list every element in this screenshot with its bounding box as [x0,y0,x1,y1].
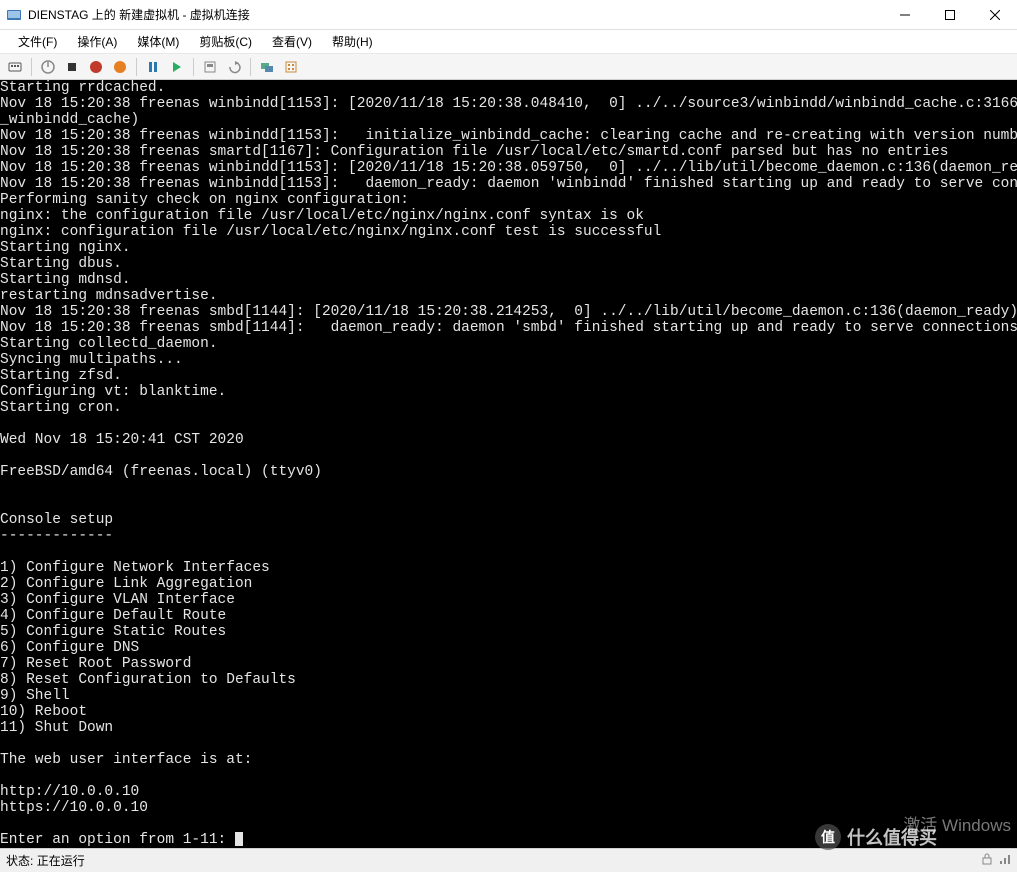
menu-help[interactable]: 帮助(H) [322,31,383,52]
start-button[interactable] [37,56,59,78]
menu-action[interactable]: 操作(A) [67,31,127,52]
minimize-button[interactable] [882,0,927,30]
network-icon [999,853,1011,868]
window-title: DIENSTAG 上的 新建虚拟机 - 虚拟机连接 [28,6,882,23]
separator [136,58,137,76]
status-text: 状态: 正在运行 [6,852,85,869]
menu-view[interactable]: 查看(V) [262,31,322,52]
pause-button[interactable] [142,56,164,78]
menu-media[interactable]: 媒体(M) [127,31,189,52]
menu-clipboard[interactable]: 剪贴板(C) [189,31,262,52]
app-icon [6,7,22,23]
text-cursor [235,832,243,846]
status-value: 正在运行 [37,854,85,868]
checkpoint-button[interactable] [199,56,221,78]
close-button[interactable] [972,0,1017,30]
revert-button[interactable] [223,56,245,78]
separator [31,58,32,76]
enhanced-session-button[interactable] [256,56,278,78]
window-controls [882,0,1017,30]
ctrl-alt-del-button[interactable] [4,56,26,78]
share-button[interactable] [280,56,302,78]
status-right [981,853,1011,868]
save-button[interactable] [109,56,131,78]
lock-icon [981,853,993,868]
turnoff-button[interactable] [61,56,83,78]
separator [250,58,251,76]
reset-button[interactable] [166,56,188,78]
statusbar: 状态: 正在运行 [0,848,1017,872]
toolbar [0,54,1017,80]
menu-file[interactable]: 文件(F) [8,31,67,52]
separator [193,58,194,76]
window-titlebar: DIENSTAG 上的 新建虚拟机 - 虚拟机连接 [0,0,1017,30]
status-label: 状态: [6,854,33,868]
maximize-button[interactable] [927,0,972,30]
shutdown-button[interactable] [85,56,107,78]
menubar: 文件(F) 操作(A) 媒体(M) 剪贴板(C) 查看(V) 帮助(H) [0,30,1017,54]
vm-console[interactable]: Starting rrdcached. Nov 18 15:20:38 free… [0,80,1017,848]
